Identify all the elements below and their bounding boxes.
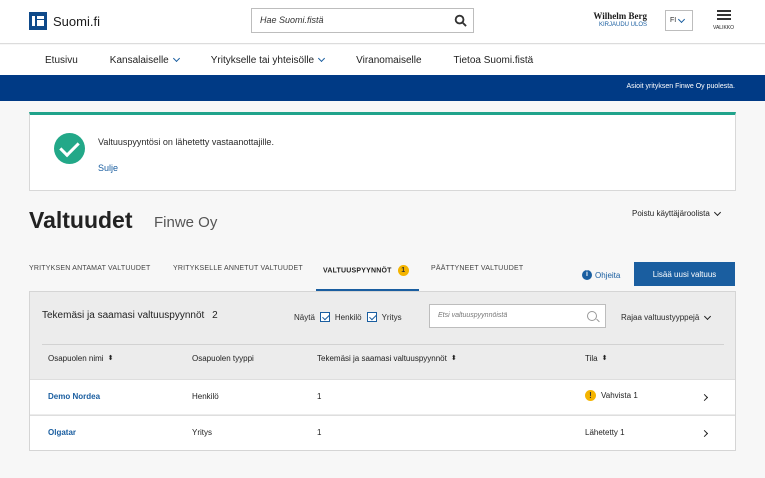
table-title: Tekemäsi ja saamasi valtuuspyynnöt 2 — [42, 310, 218, 321]
requests-table: Tekemäsi ja saamasi valtuuspyynnöt 2 Näy… — [29, 291, 736, 451]
column-header-label: Osapuolen tyyppi — [192, 354, 254, 363]
status-cell: ! Vahvista 1 — [585, 390, 638, 401]
logo-text: Suomi.fi — [53, 13, 100, 29]
person-checkbox-label: Henkilö — [334, 312, 362, 322]
status-text: Vahvista 1 — [601, 391, 638, 400]
logout-link[interactable]: KIRJAUDU ULOS — [593, 22, 647, 28]
help-link[interactable]: i Ohjeita — [582, 270, 620, 280]
user-name: Wilhelm Berg — [593, 11, 647, 21]
request-count: 1 — [317, 392, 322, 401]
party-type: Yritys — [192, 428, 212, 437]
leave-role-label: Poistu käyttäjäroolista — [632, 209, 710, 218]
table-title-text: Tekemäsi ja saamasi valtuuspyynnöt — [42, 310, 205, 321]
chevron-right-icon[interactable] — [700, 393, 709, 402]
table-row[interactable]: Demo Nordea Henkilö 1 ! Vahvista 1 — [30, 379, 735, 414]
party-name-link[interactable]: Olgatar — [48, 428, 76, 437]
chevron-down-icon — [713, 208, 721, 216]
type-filter-dropdown[interactable]: Rajaa valtuustyyppejä — [621, 312, 712, 322]
notice-message: Valtuuspyyntösi on lähetetty vastaanotta… — [98, 137, 274, 147]
chevron-down-icon — [172, 54, 180, 63]
page-subtitle: Finwe Oy — [154, 214, 218, 231]
type-filter-label: Rajaa valtuustyyppejä — [621, 313, 700, 322]
chevron-down-icon — [704, 312, 712, 320]
nav-label: Kansalaiselle — [109, 54, 169, 66]
hamburger-icon — [716, 10, 731, 20]
help-label: Ohjeita — [595, 270, 621, 280]
tab-label: VALTUUSPYYNNÖT — [323, 267, 392, 275]
show-label: Näytä — [294, 312, 315, 322]
requests-search-input[interactable]: Etsi valtuuspyynnöistä — [429, 304, 606, 328]
site-search-text: Hae Suomi.fistä — [260, 15, 324, 25]
tab-given-authorizations[interactable]: YRITYKSEN ANTAMAT VALTUUDET — [29, 265, 150, 272]
tab-label: YRITYKSEN ANTAMAT VALTUUDET — [29, 265, 151, 272]
nav-viranomaiselle[interactable]: Viranomaiselle — [356, 55, 421, 66]
party-name-link[interactable]: Demo Nordea — [48, 392, 100, 401]
role-banner: Asioit yrityksen Finwe Oy puolesta. — [0, 75, 765, 101]
tab-label: YRITYKSELLE ANNETUT VALTUUDET — [173, 265, 303, 272]
column-header-name[interactable]: Osapuolen nimi ⬍ — [48, 354, 113, 363]
show-filter: Näytä Henkilö Yritys — [294, 312, 402, 322]
column-header-type: Osapuolen tyyppi — [192, 354, 254, 363]
column-header-label: Tila — [585, 354, 598, 363]
checkmark-icon — [54, 133, 85, 164]
table-count: 2 — [212, 310, 218, 321]
suomi-logo-icon — [29, 12, 47, 30]
company-checkbox-label: Yritys — [381, 312, 402, 322]
nav-yritykselle[interactable]: Yritykselle tai yhteisölle — [210, 54, 326, 66]
chevron-right-icon[interactable] — [700, 429, 709, 438]
main-menu-button[interactable]: VALIKKO — [711, 10, 736, 31]
main-navigation: Etusivu Kansalaiselle Yritykselle tai yh… — [0, 45, 765, 75]
chevron-down-icon — [318, 54, 326, 63]
search-icon[interactable] — [454, 14, 467, 27]
add-authorization-button[interactable]: Lisää uusi valtuus — [634, 262, 735, 286]
success-notice: Valtuuspyyntösi on lähetetty vastaanotta… — [29, 112, 736, 191]
notification-badge: 1 — [397, 265, 409, 276]
top-header: Suomi.fi Hae Suomi.fistä Wilhelm Berg KI… — [0, 0, 765, 44]
column-header-requests[interactable]: Tekemäsi ja saamasi valtuuspyynnöt ⬍ — [317, 354, 457, 363]
tab-received-authorizations[interactable]: YRITYKSELLE ANNETUT VALTUUDET — [173, 265, 303, 272]
status-text: Lähetetty 1 — [585, 428, 625, 437]
language-value: FI — [670, 17, 677, 24]
notice-close-link[interactable]: Sulje — [98, 163, 118, 173]
leave-role-button[interactable]: Poistu käyttäjäroolista — [632, 208, 721, 218]
info-icon: i — [582, 270, 592, 280]
nav-label: Tietoa Suomi.fistä — [453, 54, 534, 66]
nav-etusivu[interactable]: Etusivu — [45, 55, 78, 66]
nav-label: Etusivu — [45, 54, 78, 66]
user-panel: Wilhelm Berg KIRJAUDU ULOS — [593, 11, 647, 28]
nav-label: Yritykselle tai yhteisölle — [210, 54, 315, 66]
company-checkbox[interactable] — [366, 312, 377, 322]
divider — [42, 344, 724, 345]
warning-icon: ! — [585, 390, 596, 401]
nav-label: Viranomaiselle — [356, 54, 422, 66]
party-type: Henkilö — [192, 392, 219, 401]
nav-tietoa[interactable]: Tietoa Suomi.fistä — [454, 55, 534, 66]
table-row[interactable]: Olgatar Yritys 1 Lähetetty 1 — [30, 415, 735, 450]
tab-label: PÄÄTTYNEET VALTUUDET — [431, 265, 524, 272]
column-header-status[interactable]: Tila ⬍ — [585, 354, 607, 363]
menu-label: VALIKKO — [712, 25, 735, 31]
site-search-input[interactable]: Hae Suomi.fistä — [251, 8, 474, 33]
person-checkbox[interactable] — [319, 312, 330, 322]
site-logo[interactable]: Suomi.fi — [29, 12, 100, 30]
tab-bar: YRITYKSEN ANTAMAT VALTUUDET YRITYKSELLE … — [29, 264, 736, 291]
role-banner-text: Asioit yrityksen Finwe Oy puolesta. — [626, 83, 735, 90]
request-count: 1 — [317, 428, 322, 437]
column-header-label: Osapuolen nimi — [48, 354, 104, 363]
language-select[interactable]: FI — [665, 10, 693, 31]
search-icon — [587, 311, 597, 321]
sort-icon: ⬍ — [107, 355, 114, 362]
tab-requests[interactable]: VALTUUSPYYNNÖT 1 — [323, 265, 409, 276]
sort-icon: ⬍ — [450, 355, 457, 362]
chevron-down-icon — [678, 15, 686, 23]
sort-icon: ⬍ — [601, 355, 608, 362]
column-header-label: Tekemäsi ja saamasi valtuuspyynnöt — [317, 354, 447, 363]
nav-kansalaiselle[interactable]: Kansalaiselle — [109, 54, 180, 66]
requests-search-placeholder: Etsi valtuuspyynnöistä — [438, 312, 508, 319]
tab-ended-authorizations[interactable]: PÄÄTTYNEET VALTUUDET — [431, 265, 523, 272]
page-title: Valtuudet — [29, 207, 133, 233]
